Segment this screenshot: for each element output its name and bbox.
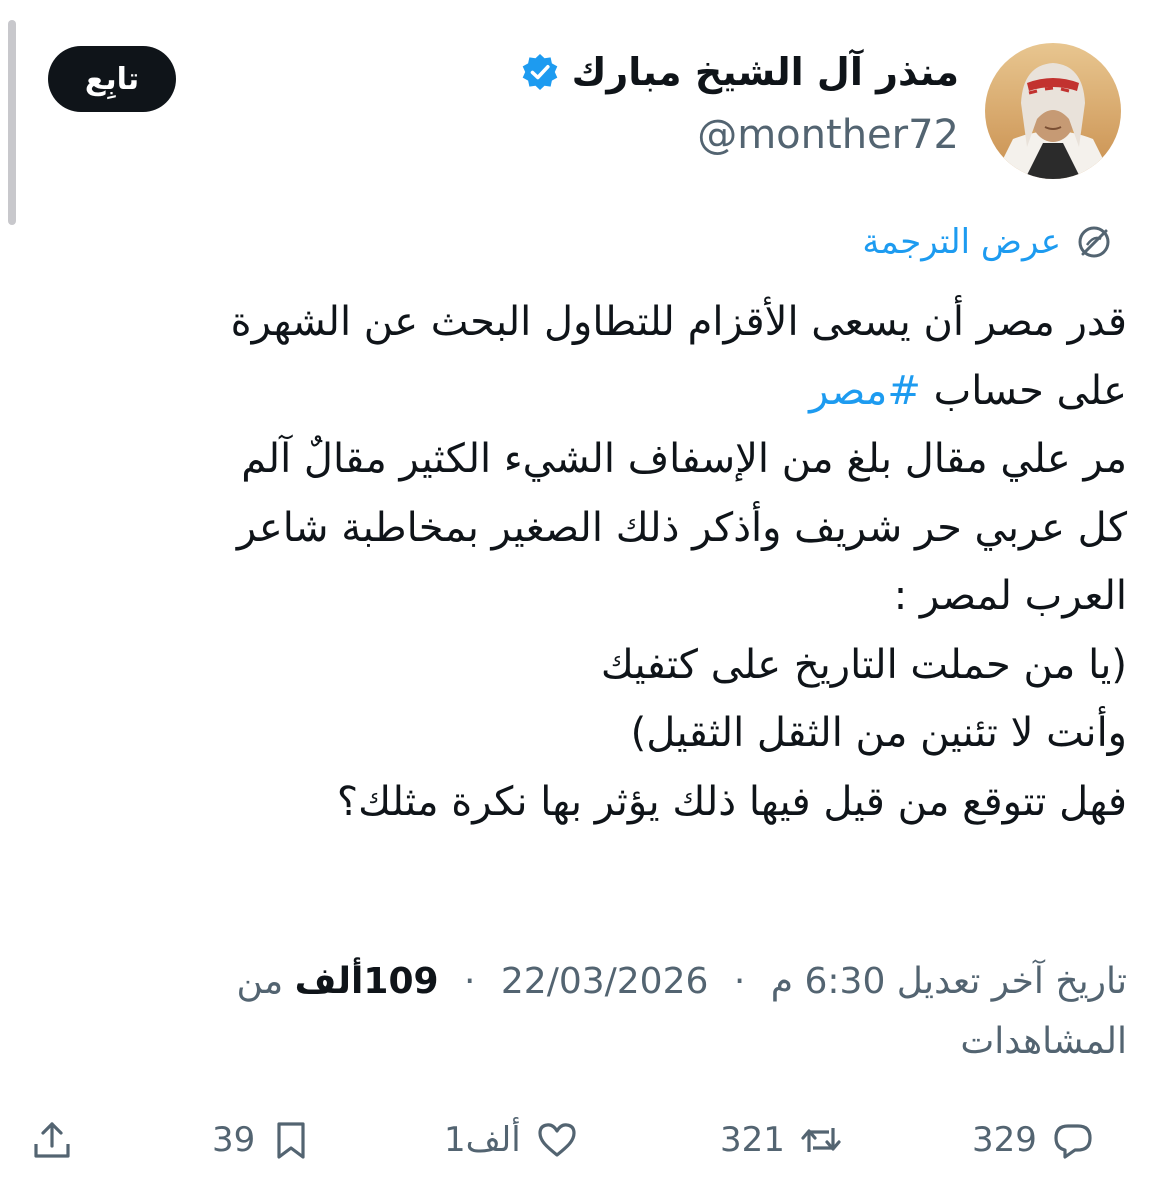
scroll-indicator[interactable]: [8, 20, 16, 225]
tweet-line: وأنت لا تئنين من الثقل الثقيل): [630, 710, 1127, 756]
heart-icon: [538, 1123, 576, 1157]
tweet-line: على حساب #مصر: [27, 357, 1127, 426]
reply-count: 329: [972, 1120, 1037, 1160]
tweet-line: كل عربي حر شريف وأذكر ذلك الصغير بمخاطبة…: [236, 504, 1127, 551]
share-button[interactable]: [30, 1108, 74, 1172]
hashtag-link[interactable]: #مصر: [809, 368, 921, 414]
reply-icon: [1054, 1124, 1092, 1159]
bookmark-count: 39: [212, 1120, 256, 1160]
author-display-name[interactable]: منذر آل الشيخ مبارك: [572, 50, 959, 94]
meta-separator: ·: [464, 961, 476, 1002]
avatar[interactable]: [985, 43, 1121, 179]
tweet-line: فهل تتوقع من قيل فيها ذلك يؤثر بها نكرة …: [336, 778, 1127, 825]
action-bar: 329 321 1ألف 39: [0, 1108, 1155, 1172]
post-time: 6:30 م: [770, 961, 886, 1002]
edited-label[interactable]: تاريخ آخر تعديل: [897, 961, 1127, 1002]
like-count: 1ألف: [444, 1120, 521, 1160]
author-handle[interactable]: @monther72: [697, 112, 959, 158]
repost-count: 321: [720, 1120, 785, 1160]
translate-row[interactable]: عرض الترجمة: [862, 222, 1113, 262]
tweet-meta: تاريخ آخر تعديل 6:30 م · 22/03/2026 · 10…: [127, 952, 1127, 1072]
follow-button[interactable]: تابِع: [48, 46, 176, 112]
translate-link[interactable]: عرض الترجمة: [862, 222, 1061, 262]
like-button[interactable]: 1ألف: [444, 1108, 579, 1172]
tweet-line: (يا من حملت التاريخ على كتفيك: [600, 641, 1127, 688]
tweet-line: قدر مصر أن يسعى الأقزام للتطاول البحث عن…: [230, 299, 1127, 345]
post-date: 22/03/2026: [500, 961, 709, 1002]
repost-icon: [801, 1128, 841, 1152]
tweet-line-text: على حساب: [920, 367, 1127, 414]
share-icon: [34, 1122, 70, 1158]
repost-button[interactable]: 321: [720, 1108, 843, 1172]
tweet-line: مر علي مقال بلغ من الإسفاف الشيء الكثير …: [241, 436, 1127, 482]
verified-badge-icon: [520, 52, 560, 92]
meta-separator: ·: [733, 961, 746, 1002]
bookmark-button[interactable]: 39: [212, 1108, 313, 1172]
author-name-row: منذر آل الشيخ مبارك: [520, 50, 959, 94]
tweet-line: العرب لمصر :: [893, 573, 1127, 619]
reply-button[interactable]: 329: [972, 1108, 1095, 1172]
translate-globe-icon: [1075, 223, 1113, 261]
views-count: 109ألف: [294, 961, 439, 1002]
bookmark-icon: [277, 1122, 305, 1159]
tweet-text: قدر مصر أن يسعى الأقزام للتطاول البحث عن…: [27, 288, 1127, 836]
